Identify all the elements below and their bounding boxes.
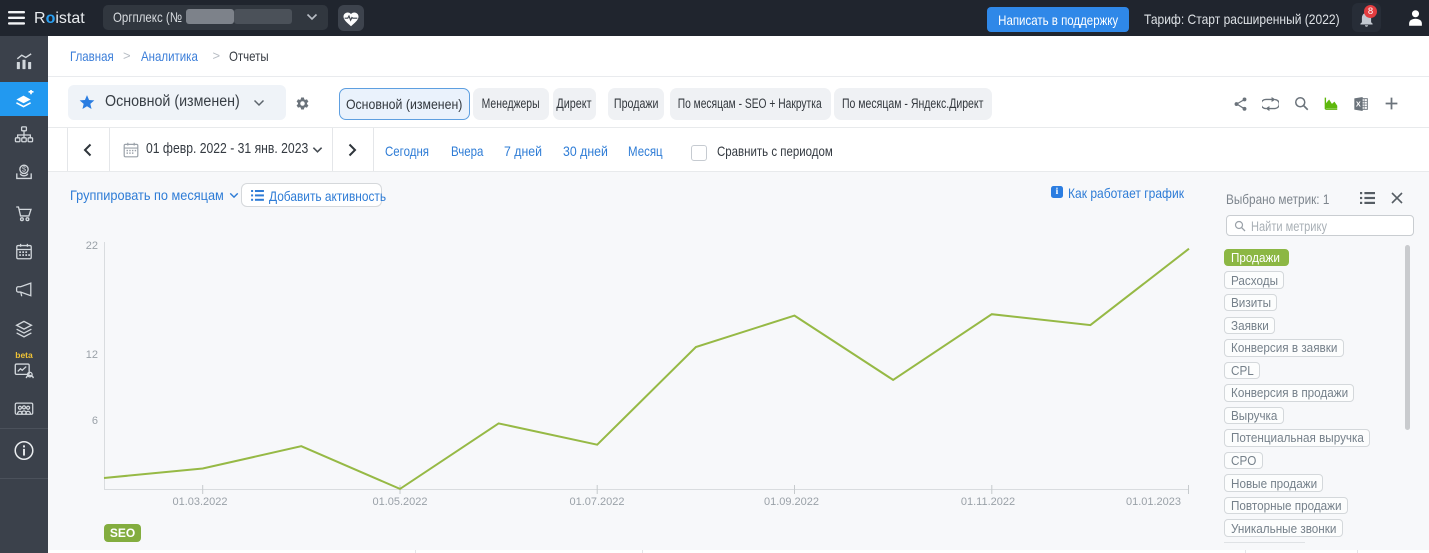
svg-text:01.09.2022: 01.09.2022: [764, 496, 819, 508]
svg-text:X: X: [1356, 100, 1361, 109]
svg-text:$: $: [22, 165, 26, 174]
svg-text:01.11.2022: 01.11.2022: [961, 496, 1015, 508]
svg-text:12: 12: [86, 349, 98, 361]
svg-text:22: 22: [86, 240, 98, 252]
svg-text:6: 6: [92, 415, 98, 427]
svg-text:01.03.2022: 01.03.2022: [172, 496, 227, 508]
svg-text:01.01.2023: 01.01.2023: [1126, 496, 1181, 508]
svg-text:01.05.2022: 01.05.2022: [372, 496, 427, 508]
svg-text:01.07.2022: 01.07.2022: [569, 496, 624, 508]
